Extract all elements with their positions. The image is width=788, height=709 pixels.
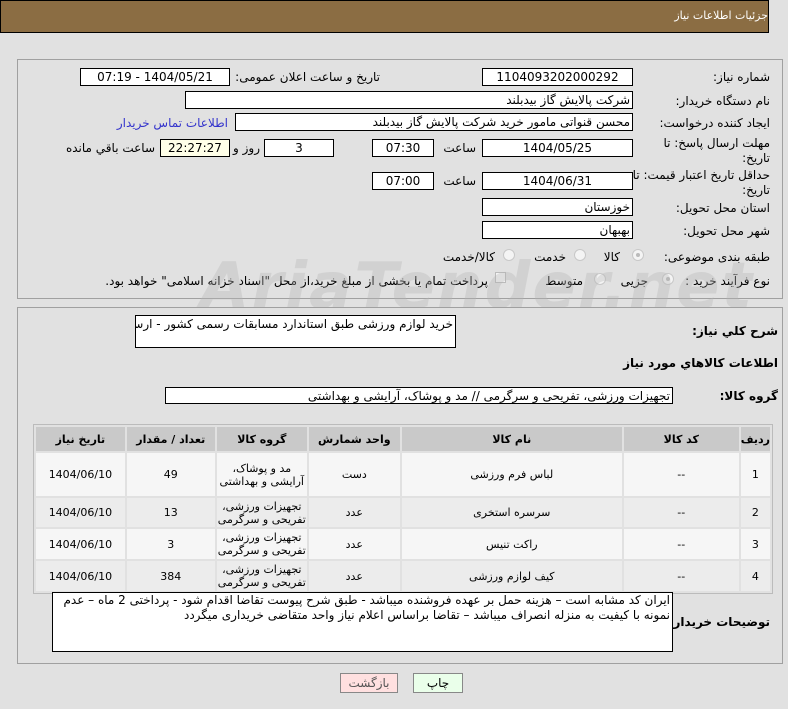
- creator-field[interactable]: محسن قنواتی مامور خرید شرکت پالایش گاز ب…: [235, 113, 633, 131]
- announce-field[interactable]: 1404/05/21 - 07:19: [80, 68, 230, 86]
- cell-goods-group: تجهیزات ورزشی، تفریحی و سرگرمی: [216, 498, 307, 527]
- cell-goods-group: تجهیزات ورزشی، تفریحی و سرگرمی: [216, 529, 307, 559]
- contact-buyer-link[interactable]: اطلاعات تماس خریدار: [117, 116, 228, 130]
- cell-quantity: 3: [126, 529, 215, 559]
- table-row: 4 -- کیف لوازم ورزشی عدد تجهیزات ورزشی، تفری…: [36, 561, 770, 591]
- cell-goods-name: راکت تنیس: [401, 529, 622, 559]
- goods-group-label: گروه کالا:: [719, 389, 778, 403]
- col-code: کد کالا: [623, 427, 739, 451]
- cell-need-date: 1404/06/10: [36, 453, 125, 496]
- cell-goods-name: لباس فرم ورزشی: [401, 453, 622, 496]
- need-number-field[interactable]: 1104093202000292: [482, 68, 633, 86]
- remaining-label: ساعت باقي مانده: [65, 141, 155, 155]
- buyer-notes-label: توضیحات خریدار:: [668, 615, 770, 629]
- col-qty: تعداد / مقدار: [126, 427, 215, 451]
- cell-need-date: 1404/06/10: [36, 561, 125, 591]
- cell-row-number: 3: [740, 529, 770, 559]
- remaining-time-field: 22:27:27: [160, 139, 230, 157]
- need-number-label: شماره نیاز:: [713, 70, 770, 84]
- page-header: جزئیات اطلاعات نیاز: [0, 0, 769, 33]
- back-button[interactable]: بازگشت: [340, 673, 398, 693]
- province-label: استان محل تحویل:: [675, 201, 770, 215]
- cell-need-date: 1404/06/10: [36, 498, 125, 527]
- goods-group-field[interactable]: تجهیزات ورزشی، تفریحی و سرگرمی // مد و پ…: [165, 387, 673, 404]
- validity-time-field[interactable]: 07:00: [372, 172, 434, 190]
- validity-time-label: ساعت: [443, 174, 476, 188]
- description-label: شرح كلي نياز:: [692, 324, 778, 338]
- days-label: روز و: [233, 141, 260, 155]
- cell-goods-group: مد و پوشاک، آرایشی و بهداشتی: [216, 453, 307, 496]
- goods-table: ردیف کد کالا نام کالا واحد شمارش گروه کا…: [33, 424, 773, 594]
- col-unit: واحد شمارش: [308, 427, 400, 451]
- cell-unit: عدد: [308, 561, 400, 591]
- cell-goods-name: کیف لوازم ورزشی: [401, 561, 622, 591]
- cell-goods-name: سرسره استخری: [401, 498, 622, 527]
- table-row: 3 -- راکت تنیس عدد تجهیزات ورزشی، تفریحی و س…: [36, 529, 770, 559]
- city-field[interactable]: بهبهان: [482, 221, 633, 239]
- deadline-time-field[interactable]: 07:30: [372, 139, 434, 157]
- deadline-label: مهلت ارسال پاسخ: تا تاریخ:: [663, 136, 770, 165]
- buyer-notes-field[interactable]: ایران کد مشابه است – هزینه حمل بر عهده ف…: [52, 592, 673, 652]
- deadline-time-label: ساعت: [443, 141, 476, 155]
- city-label: شهر محل تحویل:: [683, 224, 770, 238]
- cell-unit: دست: [308, 453, 400, 496]
- cell-goods-code: --: [623, 561, 739, 591]
- goods-info-title: اطلاعات كالاهاي مورد نياز: [623, 356, 778, 370]
- table-row: 1 -- لباس فرم ورزشی دست مد و پوشاک، آرایشی و…: [36, 453, 770, 496]
- cell-goods-code: --: [623, 453, 739, 496]
- col-name: نام کالا: [401, 427, 622, 451]
- cell-row-number: 4: [740, 561, 770, 591]
- validity-label: حداقل تاریخ اعتبار قیمت: تا تاریخ:: [632, 168, 770, 197]
- cell-unit: عدد: [308, 529, 400, 559]
- days-field[interactable]: 3: [264, 139, 334, 157]
- page-title: جزئیات اطلاعات نیاز: [674, 9, 768, 22]
- cell-goods-group: تجهیزات ورزشی، تفریحی و سرگرمی: [216, 561, 307, 591]
- col-date: تاریخ نیاز: [36, 427, 125, 451]
- cell-quantity: 13: [126, 498, 215, 527]
- cell-need-date: 1404/06/10: [36, 529, 125, 559]
- cell-goods-code: --: [623, 498, 739, 527]
- cell-row-number: 2: [740, 498, 770, 527]
- cell-unit: عدد: [308, 498, 400, 527]
- buyer-org-label: نام دستگاه خریدار:: [675, 94, 771, 108]
- description-field[interactable]: خرید لوازم ورزشی طبق استاندارد مسابقات ر…: [135, 315, 456, 348]
- validity-date-field[interactable]: 1404/06/31: [482, 172, 633, 190]
- deadline-date-field[interactable]: 1404/05/25: [482, 139, 633, 157]
- col-row: ردیف: [740, 427, 770, 451]
- col-group: گروه کالا: [216, 427, 307, 451]
- cell-quantity: 49: [126, 453, 215, 496]
- buyer-org-field[interactable]: شرکت پالایش گاز بیدبلند: [185, 91, 633, 109]
- cell-quantity: 384: [126, 561, 215, 591]
- cell-goods-code: --: [623, 529, 739, 559]
- cell-row-number: 1: [740, 453, 770, 496]
- print-button[interactable]: چاپ: [413, 673, 463, 693]
- province-field[interactable]: خوزستان: [482, 198, 633, 216]
- creator-label: ایجاد کننده درخواست:: [659, 116, 770, 130]
- announce-label: تاریخ و ساعت اعلان عمومی:: [235, 70, 380, 84]
- table-row: 2 -- سرسره استخری عدد تجهیزات ورزشی، تفریحی …: [36, 498, 770, 527]
